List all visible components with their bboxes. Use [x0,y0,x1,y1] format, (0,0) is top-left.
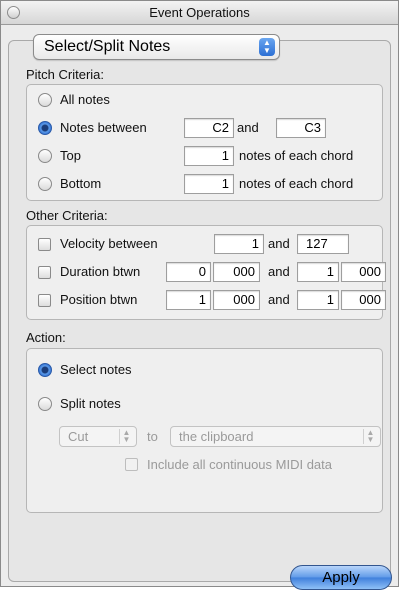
duration-start-ticks-field[interactable]: 000 [213,262,260,282]
select-notes-label: Select notes [60,362,132,377]
split-notes-radio[interactable] [38,397,52,411]
top-label: Top [60,148,81,163]
bottom-of-each-chord-label: notes of each chord [239,176,354,191]
velocity-checkbox[interactable] [38,238,51,251]
top-of-each-chord-label: notes of each chord [239,148,354,163]
pitch-criteria-group: All notes Notes between C2 and C3 Top 1 … [26,84,383,201]
other-criteria-group: Velocity between 1 and 127 Duration btwn… [26,225,386,320]
duration-end-bars-field[interactable]: 1 [297,262,339,282]
other-criteria-label: Other Criteria: [26,208,108,223]
duration-end-ticks-field[interactable]: 000 [341,262,386,282]
velocity-label: Velocity between [60,236,158,251]
all-notes-radio[interactable] [38,93,52,107]
popup-arrows-icon: ▲ ▼ [259,38,275,56]
select-notes-radio[interactable] [38,363,52,377]
position-checkbox[interactable] [38,294,51,307]
destination-popup-arrows-icon: ▲ ▼ [363,429,377,444]
destination-popup-value: the clipboard [179,429,254,444]
bottom-count-field[interactable]: 1 [184,174,234,194]
all-notes-label: All notes [60,92,110,107]
velocity-min-field[interactable]: 1 [214,234,264,254]
cut-popup-arrows-icon: ▲ ▼ [119,429,133,444]
high-pitch-field[interactable]: C3 [276,118,326,138]
destination-popup[interactable]: the clipboard ▲ ▼ [170,426,381,447]
position-end-bars-field[interactable]: 1 [297,290,339,310]
position-end-ticks-field[interactable]: 000 [341,290,386,310]
bottom-radio[interactable] [38,177,52,191]
duration-label: Duration btwn [60,264,141,279]
velocity-max-field[interactable]: 127 [297,234,349,254]
position-and-label: and [268,292,290,307]
duration-checkbox[interactable] [38,266,51,279]
apply-button[interactable]: Apply [290,565,392,590]
to-label: to [147,429,158,444]
action-label: Action: [26,330,66,345]
window-title: Event Operations [149,5,250,20]
pitch-criteria-label: Pitch Criteria: [26,67,105,82]
top-count-field[interactable]: 1 [184,146,234,166]
position-start-ticks-field[interactable]: 000 [213,290,260,310]
top-radio[interactable] [38,149,52,163]
operation-mode-value: Select/Split Notes [44,38,171,55]
cut-popup[interactable]: Cut ▲ ▼ [59,426,137,447]
action-group: Select notes Split notes Cut ▲ ▼ to the c… [26,348,383,513]
notes-between-label: Notes between [60,120,147,135]
bottom-label: Bottom [60,176,102,191]
position-start-bars-field[interactable]: 1 [166,290,211,310]
split-notes-label: Split notes [60,396,121,411]
title-bar: Event Operations [1,1,398,25]
position-label: Position btwn [60,292,138,307]
notes-between-radio[interactable] [38,121,52,135]
duration-start-bars-field[interactable]: 0 [166,262,211,282]
operation-mode-popup[interactable]: Select/Split Notes ▲ ▼ [33,34,280,60]
velocity-and-label: and [268,236,290,251]
low-pitch-field[interactable]: C2 [184,118,234,138]
include-midi-checkbox[interactable] [125,458,138,471]
and-label: and [237,120,259,135]
duration-and-label: and [268,264,290,279]
include-midi-label: Include all continuous MIDI data [147,457,332,472]
cut-popup-value: Cut [68,429,89,444]
